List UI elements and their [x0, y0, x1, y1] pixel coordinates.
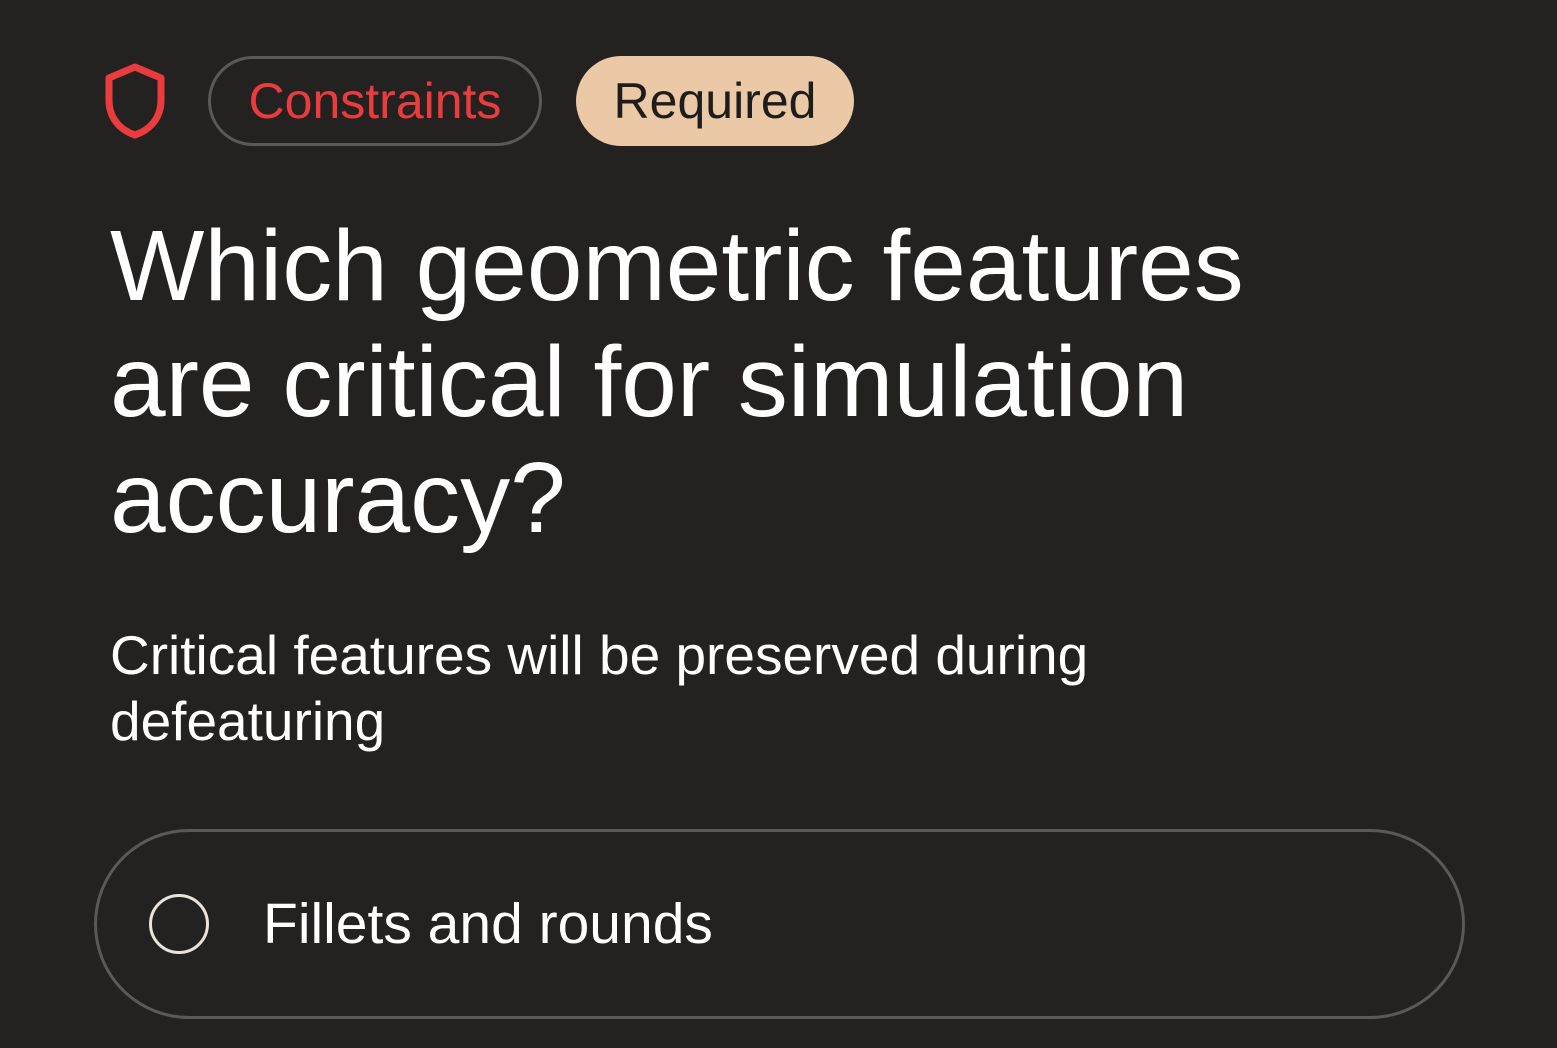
radio-button[interactable] [149, 894, 209, 954]
option-label: Fillets and rounds [263, 891, 713, 956]
option-fillets-and-rounds[interactable]: Fillets and rounds [94, 829, 1465, 1019]
question-subtitle: Critical features will be preserved duri… [110, 624, 1089, 752]
category-badge: Constraints [208, 56, 542, 146]
required-badge: Required [576, 56, 854, 146]
question-title: Which geometric features are critical fo… [110, 210, 1244, 554]
shield-icon [100, 61, 170, 141]
question-header: Constraints Required [100, 54, 854, 148]
